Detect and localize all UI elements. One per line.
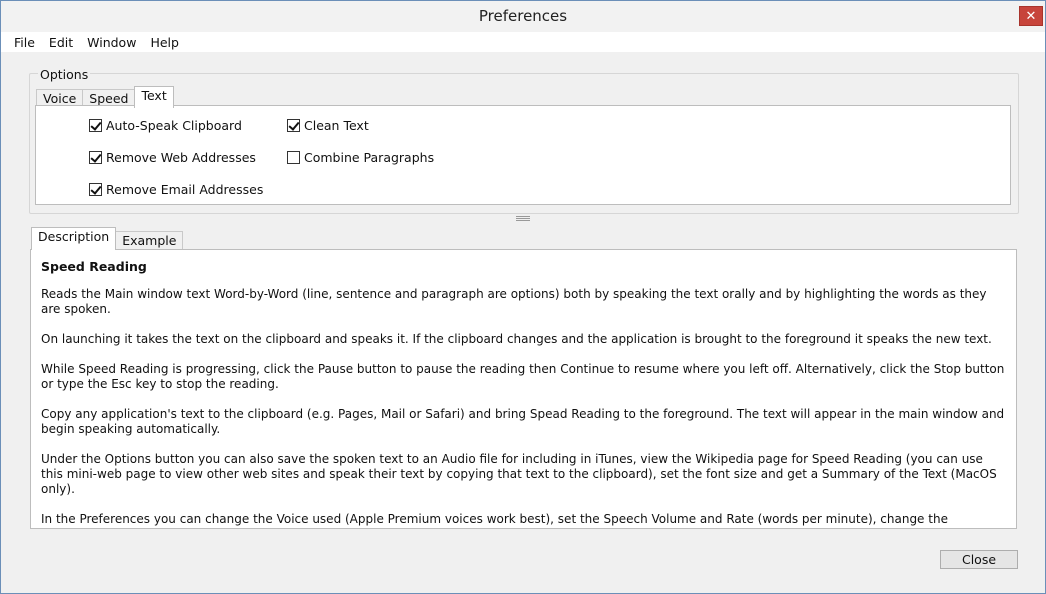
close-icon[interactable]: ✕ — [1019, 6, 1043, 26]
combine-paragraphs-option[interactable]: Combine Paragraphs — [287, 150, 434, 165]
auto-speak-label: Auto-Speak Clipboard — [106, 118, 242, 133]
description-tab-bar: Description Example — [31, 227, 184, 250]
auto-speak-option[interactable]: Auto-Speak Clipboard — [89, 118, 242, 133]
menu-help[interactable]: Help — [143, 35, 186, 50]
remove-web-label: Remove Web Addresses — [106, 150, 256, 165]
tab-text[interactable]: Text — [134, 86, 174, 108]
remove-email-checkbox[interactable] — [89, 183, 102, 196]
description-heading: Speed Reading — [41, 259, 147, 274]
remove-email-option[interactable]: Remove Email Addresses — [89, 182, 263, 197]
description-paragraph: While Speed Reading is progressing, clic… — [41, 362, 1005, 391]
combine-paragraphs-label: Combine Paragraphs — [304, 150, 435, 165]
clean-text-option[interactable]: Clean Text — [287, 118, 369, 133]
menu-edit[interactable]: Edit — [42, 35, 80, 50]
description-paragraph: Reads the Main window text Word-by-Word … — [41, 287, 987, 316]
options-group-title: Options — [38, 67, 91, 82]
remove-email-label: Remove Email Addresses — [106, 182, 264, 197]
preferences-window: Preferences ✕ File Edit Window Help Opti… — [0, 0, 1046, 594]
combine-paragraphs-checkbox[interactable] — [287, 151, 300, 164]
tab-description[interactable]: Description — [31, 227, 117, 250]
remove-web-checkbox[interactable] — [89, 151, 102, 164]
description-paragraph: On launching it takes the text on the cl… — [41, 332, 992, 346]
description-paragraph: Under the Options button you can also sa… — [41, 452, 997, 496]
title-bar: Preferences ✕ — [1, 1, 1045, 32]
splitter-handle[interactable] — [516, 216, 530, 221]
menu-bar: File Edit Window Help — [1, 32, 1045, 52]
window-title: Preferences — [478, 7, 568, 25]
auto-speak-checkbox[interactable] — [89, 119, 102, 132]
text-options-panel: Auto-Speak Clipboard Clean Text Remove W… — [35, 105, 1011, 205]
description-panel: Speed Reading Reads the Main window text… — [30, 249, 1017, 529]
menu-file[interactable]: File — [1, 35, 42, 50]
clean-text-label: Clean Text — [304, 118, 369, 133]
menu-window[interactable]: Window — [80, 35, 143, 50]
clean-text-checkbox[interactable] — [287, 119, 300, 132]
description-paragraph: Copy any application's text to the clipb… — [41, 407, 1005, 436]
remove-web-option[interactable]: Remove Web Addresses — [89, 150, 256, 165]
description-paragraph: In the Preferences you can change the Vo… — [41, 512, 983, 528]
close-button[interactable]: Close — [940, 550, 1018, 569]
tab-example[interactable]: Example — [115, 231, 184, 250]
